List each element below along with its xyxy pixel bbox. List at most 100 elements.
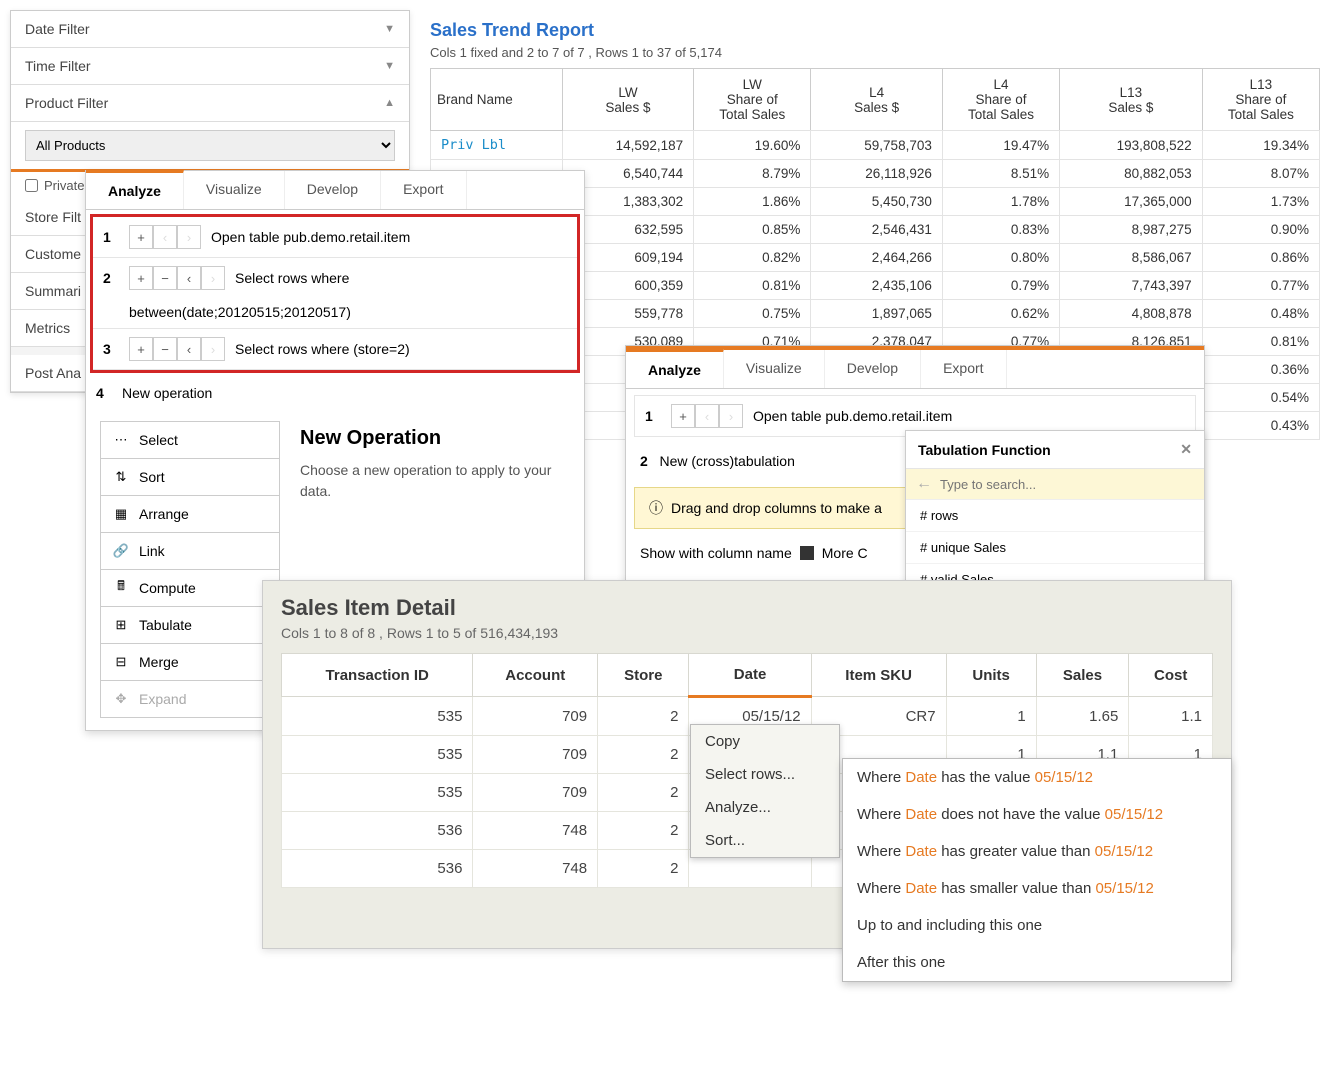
table-cell[interactable]: 1.78%: [942, 188, 1059, 216]
tab-export[interactable]: Export: [381, 171, 466, 209]
table-cell[interactable]: 193,808,522: [1060, 131, 1203, 160]
table-cell[interactable]: 0.77%: [1202, 272, 1319, 300]
table-cell[interactable]: 748: [473, 850, 598, 888]
table-cell[interactable]: 535: [282, 774, 473, 812]
ctx-item-sort[interactable]: Sort...: [691, 824, 839, 857]
table-cell[interactable]: 0.36%: [1202, 356, 1319, 384]
table-cell[interactable]: 8.07%: [1202, 160, 1319, 188]
table-cell[interactable]: 0.82%: [694, 244, 811, 272]
table-cell[interactable]: 0.85%: [694, 216, 811, 244]
op-menu-arrange[interactable]: ▦Arrange: [100, 495, 280, 532]
submenu-item[interactable]: Where Date has greater value than 05/15/…: [843, 833, 1231, 870]
op-menu-select[interactable]: ⋯Select: [100, 421, 280, 458]
col-l13-share[interactable]: L13Share ofTotal Sales: [1202, 69, 1319, 131]
table-cell[interactable]: 2: [598, 812, 689, 850]
table-cell[interactable]: 7,743,397: [1060, 272, 1203, 300]
table-cell[interactable]: 1: [946, 697, 1036, 736]
table-cell[interactable]: 8,586,067: [1060, 244, 1203, 272]
ctx-item-copy[interactable]: Copy: [691, 725, 839, 758]
table-cell[interactable]: 748: [473, 812, 598, 850]
table-cell[interactable]: 19.34%: [1202, 131, 1319, 160]
product-select[interactable]: All Products: [25, 130, 395, 161]
submenu-item[interactable]: After this one: [843, 944, 1231, 981]
table-cell[interactable]: 8.51%: [942, 160, 1059, 188]
submenu-item[interactable]: Where Date has the value 05/15/12: [843, 759, 1231, 796]
table-cell[interactable]: 709: [473, 774, 598, 812]
checkbox-icon[interactable]: [800, 546, 814, 560]
op-menu-merge[interactable]: ⊟Merge: [100, 643, 280, 680]
table-cell[interactable]: 536: [282, 812, 473, 850]
table-cell[interactable]: 1,897,065: [811, 300, 942, 328]
table-cell[interactable]: 536: [282, 850, 473, 888]
time-filter-row[interactable]: Time Filter ▼: [11, 48, 409, 85]
prev-icon[interactable]: ‹: [177, 337, 201, 361]
tab-analyze[interactable]: Analyze: [626, 349, 724, 388]
table-cell[interactable]: 2,435,106: [811, 272, 942, 300]
minus-icon[interactable]: −: [153, 337, 177, 361]
detail-col-item-sku[interactable]: Item SKU: [811, 654, 946, 697]
op-row-2[interactable]: 2 + − ‹ › Select rows where between(date…: [93, 258, 577, 329]
table-cell[interactable]: 2: [598, 736, 689, 774]
table-cell[interactable]: 0.83%: [942, 216, 1059, 244]
prev-icon[interactable]: ‹: [695, 404, 719, 428]
minus-icon[interactable]: −: [153, 266, 177, 290]
op-menu-link[interactable]: 🔗Link: [100, 532, 280, 569]
col-lw-sales[interactable]: LWSales $: [562, 69, 693, 131]
detail-col-store[interactable]: Store: [598, 654, 689, 697]
table-cell[interactable]: 5,450,730: [811, 188, 942, 216]
table-cell[interactable]: 0.43%: [1202, 412, 1319, 440]
table-cell[interactable]: 8.79%: [694, 160, 811, 188]
table-cell[interactable]: 0.81%: [1202, 328, 1319, 356]
tabfunc-search-input[interactable]: [940, 477, 1194, 492]
col-l4-share[interactable]: L4Share ofTotal Sales: [942, 69, 1059, 131]
col-brand[interactable]: Brand Name: [431, 69, 563, 131]
table-cell[interactable]: 2: [598, 850, 689, 888]
table-cell[interactable]: 17,365,000: [1060, 188, 1203, 216]
table-cell[interactable]: 535: [282, 736, 473, 774]
table-cell[interactable]: 535: [282, 697, 473, 736]
ctx-item-analyze[interactable]: Analyze...: [691, 791, 839, 824]
next-icon[interactable]: ›: [177, 225, 201, 249]
table-cell[interactable]: 1.73%: [1202, 188, 1319, 216]
op-row-3[interactable]: 3 + − ‹ › Select rows where (store=2): [93, 329, 577, 370]
col-l13-sales[interactable]: L13Sales $: [1060, 69, 1203, 131]
table-cell[interactable]: 59,758,703: [811, 131, 942, 160]
table-cell[interactable]: 2,464,266: [811, 244, 942, 272]
table-cell[interactable]: 19.60%: [694, 131, 811, 160]
table-cell[interactable]: 0.48%: [1202, 300, 1319, 328]
tabfunc-item[interactable]: # unique Sales: [906, 532, 1204, 564]
table-cell[interactable]: 8,987,275: [1060, 216, 1203, 244]
close-icon[interactable]: ✕: [1180, 441, 1192, 458]
op-menu-sort[interactable]: ⇅Sort: [100, 458, 280, 495]
plus-icon[interactable]: +: [129, 266, 153, 290]
plus-icon[interactable]: +: [129, 337, 153, 361]
private-checkbox[interactable]: [25, 179, 38, 192]
table-cell[interactable]: 0.54%: [1202, 384, 1319, 412]
tab-develop[interactable]: Develop: [825, 350, 921, 388]
op-menu-compute[interactable]: 🖩Compute: [100, 569, 280, 606]
table-cell[interactable]: 0.62%: [942, 300, 1059, 328]
tab-develop[interactable]: Develop: [285, 171, 381, 209]
table-cell[interactable]: 80,882,053: [1060, 160, 1203, 188]
col-lw-share[interactable]: LWShare ofTotal Sales: [694, 69, 811, 131]
tab-analyze[interactable]: Analyze: [86, 170, 184, 209]
tabfunc-item[interactable]: # rows: [906, 500, 1204, 532]
detail-col-transaction-id[interactable]: Transaction ID: [282, 654, 473, 697]
ctx-item-selectrows[interactable]: Select rows...: [691, 758, 839, 791]
table-cell[interactable]: 26,118,926: [811, 160, 942, 188]
table-cell[interactable]: 4,808,878: [1060, 300, 1203, 328]
next-icon[interactable]: ›: [201, 266, 225, 290]
op-menu-expand[interactable]: ✥Expand: [100, 680, 280, 718]
tab-visualize[interactable]: Visualize: [724, 350, 825, 388]
prev-icon[interactable]: ‹: [153, 225, 177, 249]
plus-icon[interactable]: +: [671, 404, 695, 428]
detail-col-sales[interactable]: Sales: [1036, 654, 1129, 697]
submenu-item[interactable]: Where Date has smaller value than 05/15/…: [843, 870, 1231, 907]
back-arrow-icon[interactable]: ←: [916, 475, 932, 493]
table-cell[interactable]: 1.86%: [694, 188, 811, 216]
plus-icon[interactable]: +: [129, 225, 153, 249]
new-op-row[interactable]: 4 New operation: [86, 377, 584, 409]
table-cell[interactable]: 1.1: [1129, 697, 1213, 736]
table-cell[interactable]: 19.47%: [942, 131, 1059, 160]
table-cell[interactable]: 0.90%: [1202, 216, 1319, 244]
